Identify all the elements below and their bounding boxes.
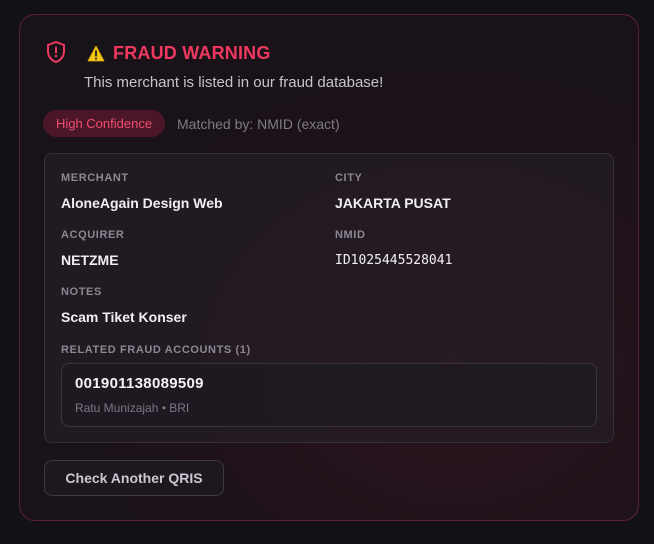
matched-by-text: Matched by: NMID (exact) xyxy=(177,116,340,132)
nmid-value: ID1025445528041 xyxy=(335,253,453,268)
shield-alert-icon xyxy=(47,41,65,63)
city-label: CITY xyxy=(335,172,363,184)
merchant-value: AloneAgain Design Web xyxy=(61,195,223,211)
confidence-badge: High Confidence xyxy=(43,110,165,137)
merchant-label: MERCHANT xyxy=(61,172,129,184)
alert-title: FRAUD WARNING xyxy=(113,42,271,63)
alert-header: FRAUD WARNING xyxy=(87,42,271,64)
nmid-label: NMID xyxy=(335,229,366,241)
check-another-qris-button[interactable]: Check Another QRIS xyxy=(44,460,224,496)
notes-value: Scam Tiket Konser xyxy=(61,309,187,325)
alert-subtitle: This merchant is listed in our fraud dat… xyxy=(84,74,384,91)
acquirer-value: NETZME xyxy=(61,252,119,268)
account-number: 001901138089509 xyxy=(75,375,204,392)
city-value: JAKARTA PUSAT xyxy=(335,195,451,211)
notes-label: NOTES xyxy=(61,286,102,298)
warning-triangle-icon xyxy=(87,45,105,61)
acquirer-label: ACQUIRER xyxy=(61,229,125,241)
related-account-item: 001901138089509 Ratu Munizajah • BRI xyxy=(61,363,597,427)
account-owner-bank: Ratu Munizajah • BRI xyxy=(75,401,190,415)
related-accounts-label: RELATED FRAUD ACCOUNTS (1) xyxy=(61,344,251,356)
